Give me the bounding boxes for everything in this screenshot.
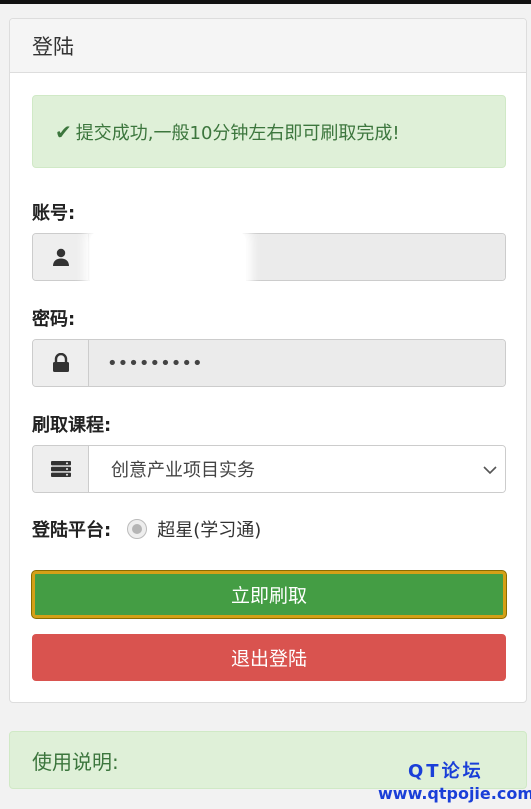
password-input[interactable]: •••••••••	[89, 340, 505, 386]
course-label: 刷取课程:	[32, 415, 112, 436]
server-icon	[33, 446, 89, 492]
course-selected-value: 创意产业项目实务	[111, 460, 255, 481]
check-icon: ✔	[55, 119, 72, 144]
watermark-url: www.qtpojie.com	[378, 784, 531, 803]
watermark-text: QT论坛	[408, 761, 484, 782]
password-label: 密码:	[32, 309, 76, 330]
account-label: 账号:	[32, 203, 76, 224]
logout-button[interactable]: 退出登陆	[32, 634, 506, 681]
course-select-group: 创意产业项目实务	[32, 445, 506, 493]
login-panel: 登陆 ✔ 提交成功,一般10分钟左右即可刷取完成! 账号: 密码: ••••••…	[9, 18, 527, 703]
panel-title: 登陆	[10, 19, 526, 73]
platform-option-label: 超星(学习通)	[157, 520, 262, 541]
user-icon	[33, 234, 89, 280]
platform-row: 登陆平台: 超星(学习通)	[32, 516, 261, 542]
platform-label: 登陆平台:	[32, 520, 112, 541]
submit-button[interactable]: 立即刷取	[32, 571, 506, 618]
top-bar	[0, 0, 531, 4]
help-title: 使用说明:	[32, 749, 119, 774]
password-input-group: •••••••••	[32, 339, 506, 387]
course-select[interactable]: 创意产业项目实务	[89, 446, 505, 492]
lock-icon	[33, 340, 89, 386]
success-message: 提交成功,一般10分钟左右即可刷取完成!	[75, 122, 400, 144]
redacted-account	[90, 231, 246, 293]
chevron-down-icon	[483, 459, 497, 480]
platform-radio[interactable]	[127, 519, 148, 539]
success-alert: ✔ 提交成功,一般10分钟左右即可刷取完成!	[32, 95, 506, 168]
